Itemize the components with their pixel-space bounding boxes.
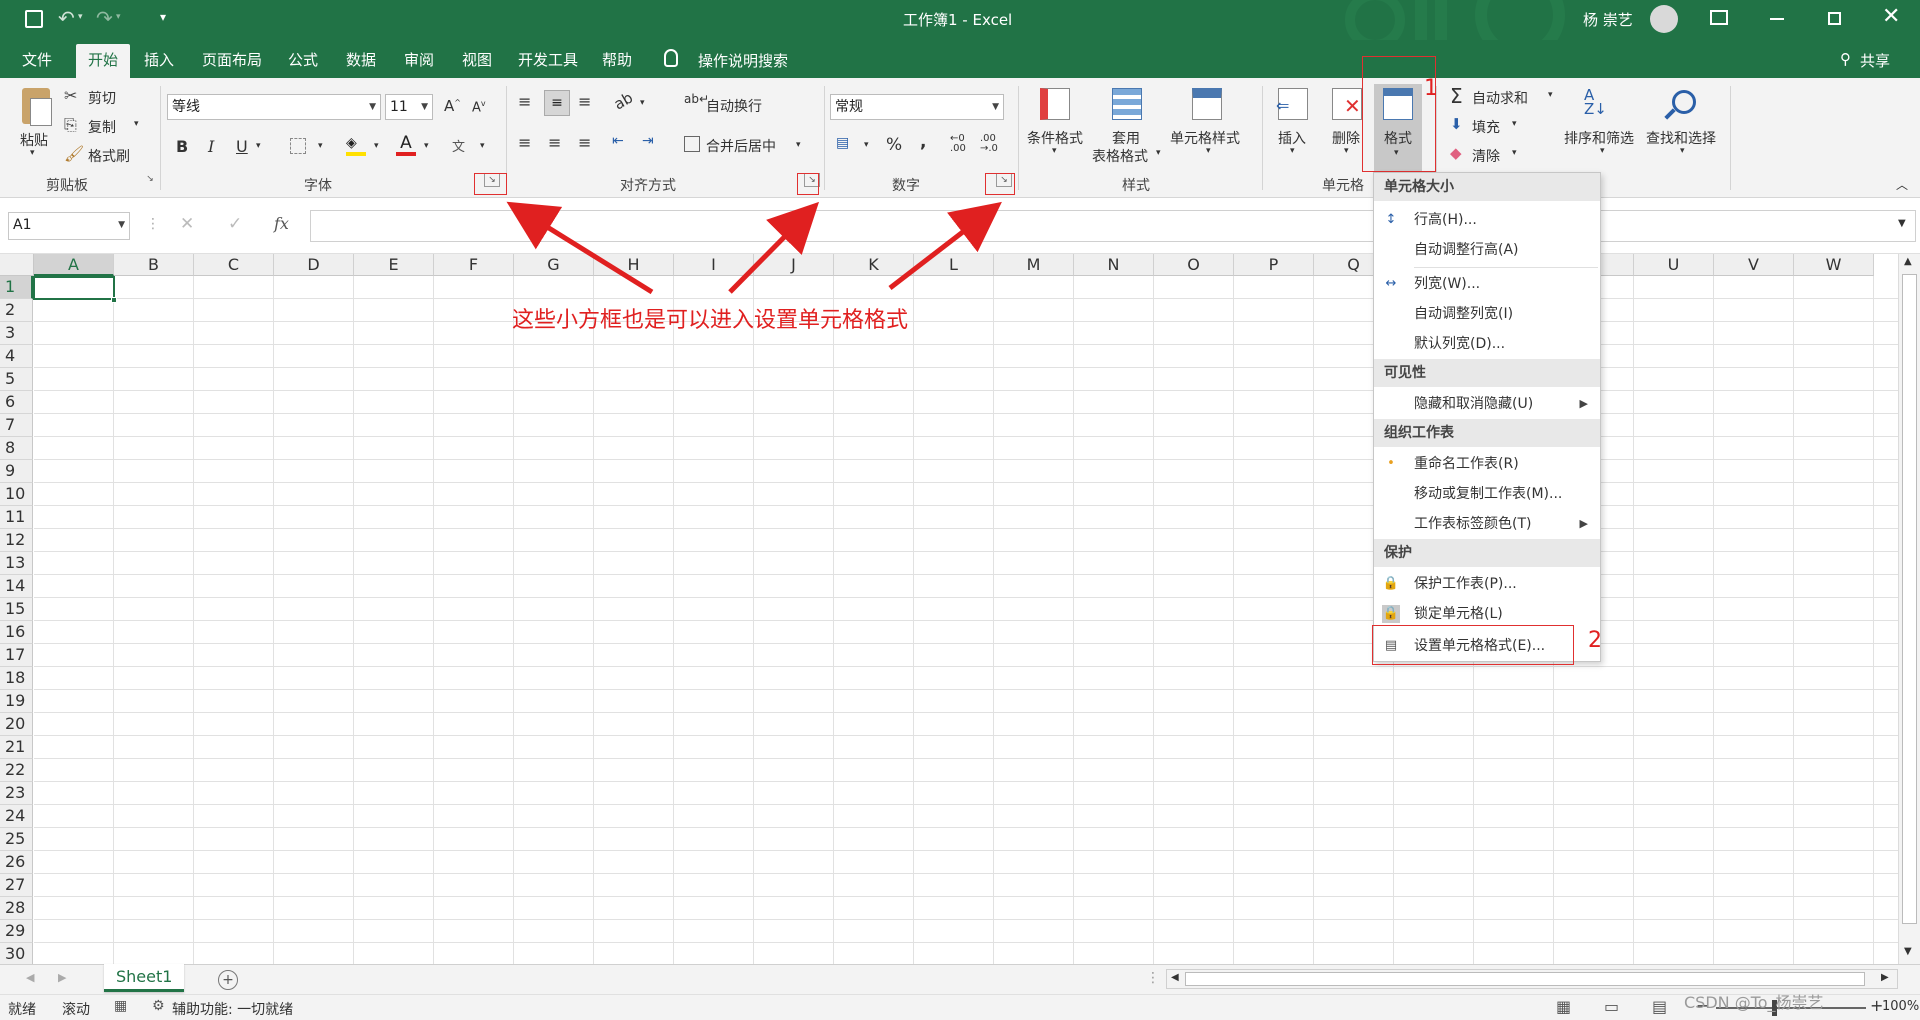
annotation-arrows (506, 201, 1002, 295)
arrow-to-number-launcher (888, 201, 1002, 290)
annotation-note: 这些小方框也是可以进入设置单元格格式 (512, 308, 909, 333)
annotation-number-2: 2 (1588, 628, 1602, 653)
arrow-to-alignment-launcher (728, 201, 820, 294)
annotation-number-1: 1 (1424, 76, 1438, 101)
arrow-to-font-launcher (506, 201, 654, 295)
